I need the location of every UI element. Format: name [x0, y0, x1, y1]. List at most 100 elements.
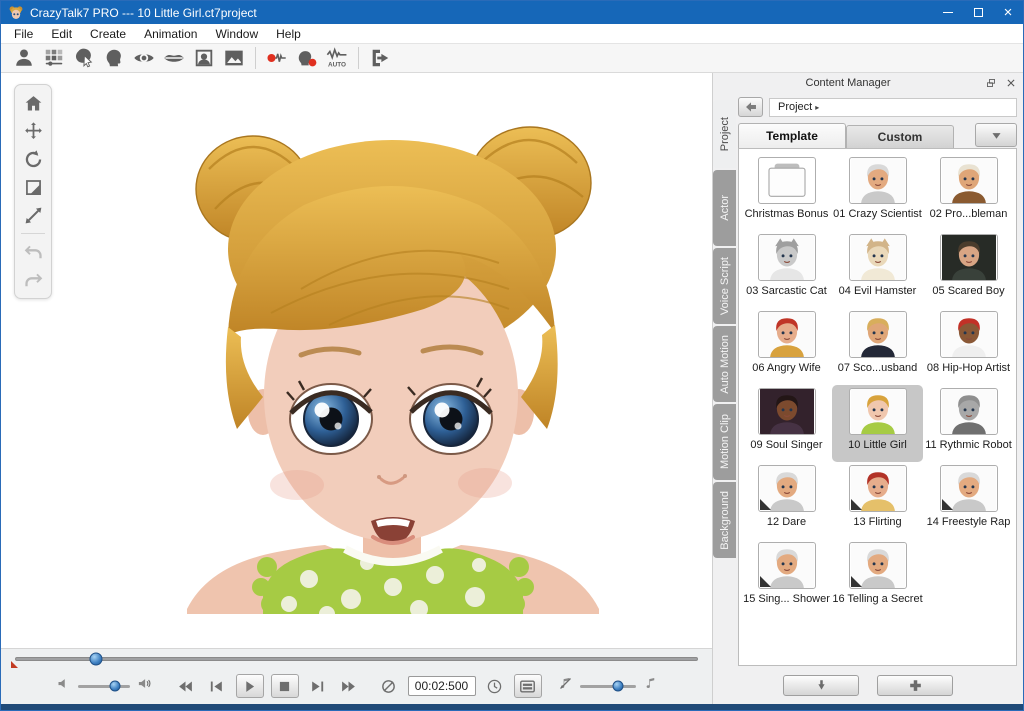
template-item-13-flirting[interactable]: 13 Flirting: [832, 462, 923, 539]
minimize-button[interactable]: [933, 1, 963, 24]
template-thumbnail[interactable]: [940, 465, 998, 512]
template-thumbnail[interactable]: [940, 234, 998, 281]
template-item-christmas-bonus[interactable]: Christmas Bonus: [741, 154, 832, 231]
loop-off-button[interactable]: [377, 675, 401, 697]
menu-animation[interactable]: Animation: [135, 25, 206, 43]
template-item-03-sarcastic-cat[interactable]: 03 Sarcastic Cat: [741, 231, 832, 308]
template-label: 04 Evil Hamster: [839, 285, 917, 297]
template-thumbnail[interactable]: [849, 542, 907, 589]
add-custom-button[interactable]: [877, 675, 953, 696]
template-thumbnail[interactable]: [758, 465, 816, 512]
tab-custom[interactable]: Custom: [846, 125, 954, 148]
background-image-button[interactable]: [219, 45, 249, 71]
template-item-16-telling-a-secret[interactable]: 16 Telling a Secret: [832, 539, 923, 616]
actor-button[interactable]: [9, 45, 39, 71]
maximize-button[interactable]: [963, 1, 993, 24]
panel-tab-motion-clip[interactable]: Motion Clip: [713, 404, 736, 480]
fit-view-button[interactable]: [18, 201, 48, 229]
display-mode-button[interactable]: [514, 674, 542, 698]
close-button[interactable]: ×: [993, 1, 1023, 24]
face-puppet-button[interactable]: [292, 45, 322, 71]
eyes-button[interactable]: [129, 45, 159, 71]
panel-tab-label: Actor: [719, 195, 731, 221]
view-options-button[interactable]: [975, 123, 1017, 147]
move-button[interactable]: [18, 117, 48, 145]
template-thumbnail[interactable]: [849, 465, 907, 512]
menu-edit[interactable]: Edit: [42, 25, 81, 43]
fast-forward-button[interactable]: [337, 675, 361, 697]
float-panel-button[interactable]: [983, 76, 999, 90]
tab-template[interactable]: Template: [738, 123, 846, 148]
menu-file[interactable]: File: [5, 25, 42, 43]
panel-tab-auto-motion[interactable]: Auto Motion: [713, 326, 736, 402]
timeline-knob[interactable]: [90, 652, 103, 665]
template-item-10-little-girl[interactable]: 10 Little Girl: [832, 385, 923, 462]
back-button[interactable]: [738, 97, 763, 117]
rewind-button[interactable]: [174, 675, 198, 697]
template-item-02-pro-bleman[interactable]: 02 Pro...bleman: [923, 154, 1014, 231]
template-thumbnail[interactable]: [940, 388, 998, 435]
template-item-11-rythmic-robot[interactable]: 11 Rythmic Robot: [923, 385, 1014, 462]
preview-canvas[interactable]: [1, 73, 712, 648]
apply-selected-button[interactable]: [783, 675, 859, 696]
head-profile-button[interactable]: [99, 45, 129, 71]
template-thumbnail[interactable]: [758, 542, 816, 589]
select-mode-button[interactable]: [69, 45, 99, 71]
volume-slider[interactable]: [78, 685, 130, 688]
timeline-slider[interactable]: [15, 657, 698, 661]
timecode-field[interactable]: 00:02:500: [408, 676, 476, 696]
timeline-row: [1, 648, 712, 668]
face-fitting-button[interactable]: [39, 45, 69, 71]
panel-tab-background[interactable]: Background: [713, 482, 736, 558]
scale-button[interactable]: [18, 173, 48, 201]
template-item-06-angry-wife[interactable]: 06 Angry Wife: [741, 308, 832, 385]
menu-bar: FileEditCreateAnimationWindowHelp: [1, 24, 1023, 44]
template-thumbnail[interactable]: [940, 311, 998, 358]
speaker-loud-icon: [137, 676, 152, 696]
mouth-button[interactable]: [159, 45, 189, 71]
template-thumbnail[interactable]: [849, 311, 907, 358]
panel-tab-project[interactable]: Project: [713, 100, 736, 168]
breadcrumb-chevron-icon: ▸: [815, 103, 819, 112]
portrait-frame-button[interactable]: [189, 45, 219, 71]
panel-tab-actor[interactable]: Actor: [713, 170, 736, 246]
template-item-09-soul-singer[interactable]: 09 Soul Singer: [741, 385, 832, 462]
menu-help[interactable]: Help: [267, 25, 310, 43]
menu-window[interactable]: Window: [206, 25, 267, 43]
menu-create[interactable]: Create: [81, 25, 135, 43]
volume-knob[interactable]: [109, 681, 120, 692]
next-frame-button[interactable]: [306, 675, 330, 697]
template-thumbnail[interactable]: [849, 157, 907, 204]
template-item-12-dare[interactable]: 12 Dare: [741, 462, 832, 539]
template-item-15-sing-shower[interactable]: 15 Sing... Shower: [741, 539, 832, 616]
template-thumbnail[interactable]: [940, 157, 998, 204]
play-button[interactable]: [236, 674, 264, 698]
template-item-01-crazy-scientist[interactable]: 01 Crazy Scientist: [832, 154, 923, 231]
record-voice-button[interactable]: [262, 45, 292, 71]
home-button[interactable]: [18, 89, 48, 117]
timecode-mode-button[interactable]: [483, 675, 507, 697]
template-item-07-sco-usband[interactable]: 07 Sco...usband: [832, 308, 923, 385]
template-item-05-scared-boy[interactable]: 05 Scared Boy: [923, 231, 1014, 308]
export-button[interactable]: [365, 45, 395, 71]
template-thumbnail[interactable]: [758, 234, 816, 281]
template-item-08-hip-hop-artist[interactable]: 08 Hip-Hop Artist: [923, 308, 1014, 385]
breadcrumb[interactable]: Project ▸: [769, 98, 1017, 117]
title-bar[interactable]: CrazyTalk7 PRO --- 10 Little Girl.ct7pro…: [1, 1, 1023, 24]
template-thumbnail[interactable]: [849, 234, 907, 281]
panel-close-button[interactable]: [1003, 76, 1019, 90]
template-thumbnail[interactable]: [758, 311, 816, 358]
template-item-04-evil-hamster[interactable]: 04 Evil Hamster: [832, 231, 923, 308]
prev-frame-button[interactable]: [205, 675, 229, 697]
music-volume-slider[interactable]: [580, 685, 636, 688]
template-item-14-freestyle-rap[interactable]: 14 Freestyle Rap: [923, 462, 1014, 539]
transport-bar: 00:02:500: [1, 668, 712, 704]
template-thumbnail[interactable]: [758, 388, 816, 435]
template-thumbnail[interactable]: [758, 157, 816, 204]
stop-button[interactable]: [271, 674, 299, 698]
rotate-button[interactable]: [18, 145, 48, 173]
auto-motion-button[interactable]: AUTO: [322, 45, 352, 71]
panel-tab-voice-script[interactable]: Voice Script: [713, 248, 736, 324]
template-thumbnail[interactable]: [849, 388, 907, 435]
music-volume-knob[interactable]: [612, 681, 623, 692]
